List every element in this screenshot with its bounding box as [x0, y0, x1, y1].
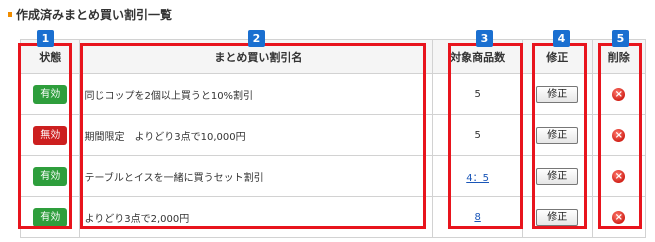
status-cell: 有効: [19, 155, 81, 197]
table-header: 状態 まとめ買い割引名 対象商品数 修正 削除: [19, 39, 647, 74]
product-count-link[interactable]: 4：5: [466, 173, 489, 184]
count-cell: 5: [432, 73, 523, 115]
count-cell: 8: [432, 196, 523, 238]
discount-name: 期間限定 よりどり3点で10,000円: [84, 131, 246, 143]
edit-cell: 修正: [521, 155, 593, 197]
status-cell: 無効: [19, 114, 81, 156]
delete-cell: ×: [591, 114, 647, 156]
discount-table: 状態 まとめ買い割引名 対象商品数 修正 削除 有効 同じコップを2個以上買うと1…: [19, 39, 647, 238]
table-row: 有効 同じコップを2個以上買うと10%割引 5 修正 ×: [19, 73, 647, 115]
delete-cell: ×: [591, 155, 647, 197]
discount-name-cell: 期間限定 よりどり3点で10,000円: [79, 114, 434, 156]
title-marker-icon: [8, 12, 12, 17]
discount-name: よりどり3点で2,000円: [84, 213, 190, 225]
discount-name: テーブルとイスを一緒に買うセット割引: [84, 172, 264, 184]
edit-button[interactable]: 修正: [536, 208, 579, 226]
delete-icon[interactable]: ×: [612, 210, 626, 224]
status-badge[interactable]: 有効: [33, 84, 68, 104]
edit-cell: 修正: [521, 114, 593, 156]
callout-3: 3: [476, 30, 493, 47]
status-cell: 有効: [19, 73, 81, 115]
delete-icon[interactable]: ×: [612, 128, 626, 142]
table-row: 有効 よりどり3点で2,000円 8 修正 ×: [19, 196, 647, 238]
status-badge[interactable]: 無効: [33, 125, 68, 145]
product-count: 5: [474, 129, 481, 141]
edit-cell: 修正: [521, 196, 593, 238]
discount-name: 同じコップを2個以上買うと10%割引: [84, 90, 254, 102]
count-cell: 4：5: [432, 155, 523, 197]
edit-cell: 修正: [521, 73, 593, 115]
discount-name-cell: 同じコップを2個以上買うと10%割引: [79, 73, 434, 115]
discount-name-cell: テーブルとイスを一緒に買うセット割引: [79, 155, 434, 197]
page-title: 作成済みまとめ買い割引一覧: [16, 8, 173, 22]
delete-icon[interactable]: ×: [612, 87, 626, 101]
edit-button[interactable]: 修正: [536, 126, 579, 144]
callout-2: 2: [248, 30, 265, 47]
table-row: 無効 期間限定 よりどり3点で10,000円 5 修正 ×: [19, 114, 647, 156]
status-cell: 有効: [19, 196, 81, 238]
edit-button[interactable]: 修正: [536, 85, 579, 103]
status-badge[interactable]: 有効: [33, 166, 68, 186]
callout-5: 5: [612, 30, 629, 47]
product-count: 5: [474, 88, 481, 100]
callout-4: 4: [553, 30, 570, 47]
delete-cell: ×: [591, 196, 647, 238]
product-count-link[interactable]: 8: [474, 212, 480, 223]
section-title: 作成済みまとめ買い割引一覧: [8, 6, 172, 23]
discount-name-cell: よりどり3点で2,000円: [79, 196, 434, 238]
edit-button[interactable]: 修正: [536, 167, 579, 185]
status-badge[interactable]: 有効: [33, 207, 68, 227]
callout-1: 1: [37, 30, 54, 47]
count-cell: 5: [432, 114, 523, 156]
delete-cell: ×: [591, 73, 647, 115]
delete-icon[interactable]: ×: [612, 169, 626, 183]
table-row: 有効 テーブルとイスを一緒に買うセット割引 4：5 修正 ×: [19, 155, 647, 197]
